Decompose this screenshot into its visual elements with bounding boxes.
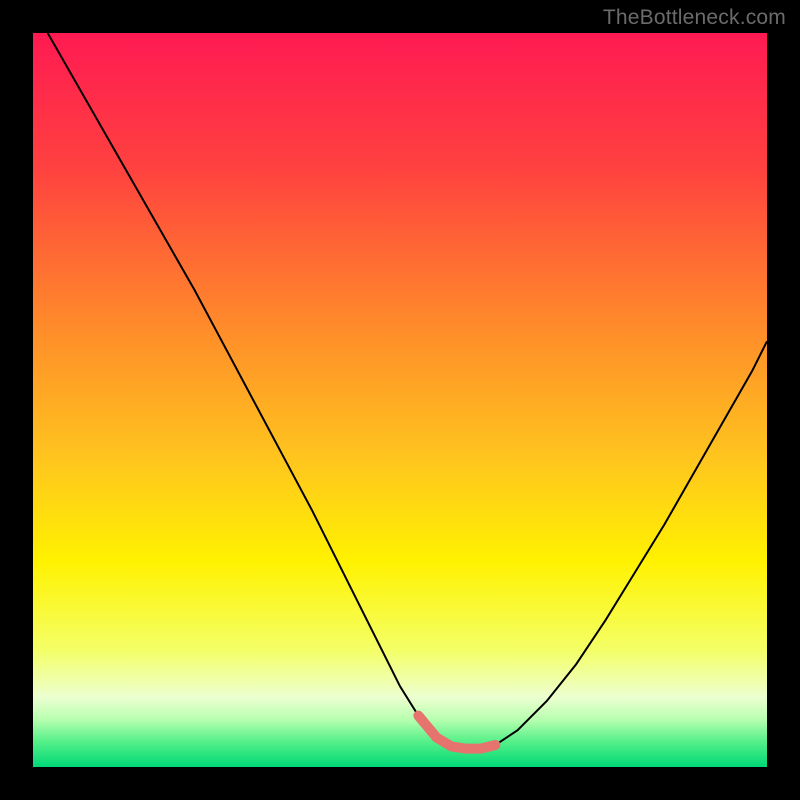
chart-frame: TheBottleneck.com bbox=[0, 0, 800, 800]
bottleneck-curve bbox=[48, 33, 767, 749]
watermark-text: TheBottleneck.com bbox=[603, 6, 786, 30]
sweet-spot-marker bbox=[418, 716, 495, 749]
plot-area bbox=[33, 33, 767, 767]
curve-layer bbox=[33, 33, 767, 767]
